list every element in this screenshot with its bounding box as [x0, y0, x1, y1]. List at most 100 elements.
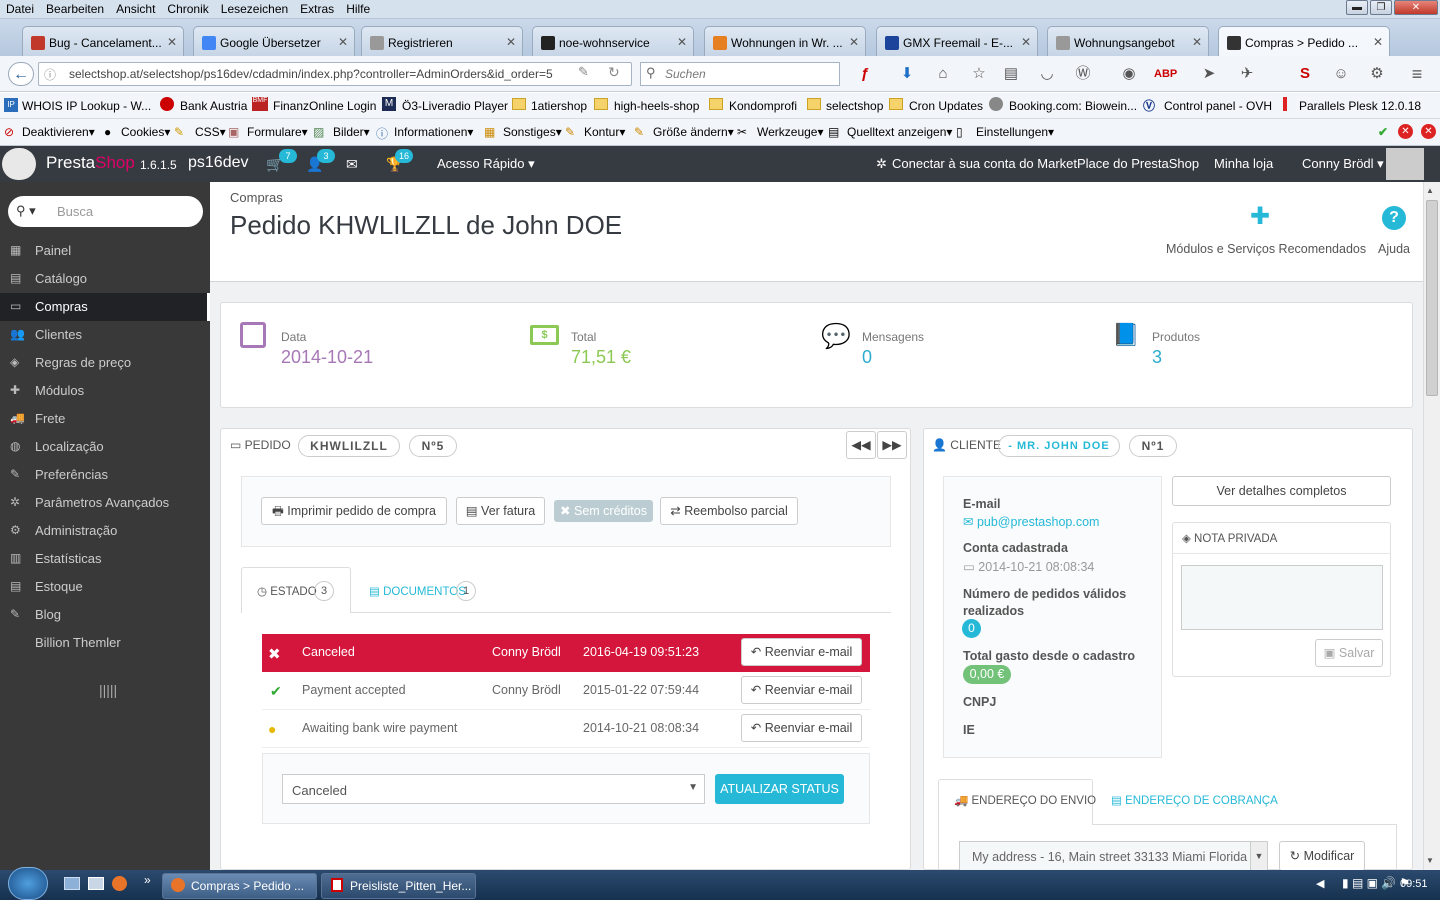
dev-menu-resize[interactable]: Größe ändern▾ [653, 125, 734, 139]
puffin-logo-icon[interactable] [2, 148, 36, 180]
close-tab-icon[interactable]: ✕ [1021, 35, 1031, 49]
bookmark-item[interactable]: 1atiershop [531, 99, 587, 113]
show-desktop-icon[interactable] [64, 877, 80, 890]
tab-4[interactable]: noe-wohnservice ✕ [532, 26, 694, 56]
bookmark-item[interactable]: WHOIS IP Lookup - W... [22, 99, 151, 113]
help-icon[interactable]: ? [1382, 206, 1406, 230]
url-bar[interactable]: selectshop.at/selectshop/ps16dev/cdadmin… [38, 62, 632, 86]
puzzle-icon[interactable]: ✚ [1250, 202, 1270, 231]
dev-menu-outline[interactable]: Kontur▾ [584, 125, 625, 139]
home-icon[interactable]: ⌂ [932, 63, 954, 85]
private-note-textarea[interactable] [1181, 565, 1383, 630]
close-tab-icon[interactable]: ✕ [849, 35, 859, 49]
tab-1[interactable]: Bug - Cancelament... ✕ [22, 26, 184, 56]
reload-icon[interactable]: ↻ [608, 64, 620, 81]
marketplace-link[interactable]: Conectar à sua conta do MarketPlace do P… [892, 156, 1199, 171]
menu-bearbeiten[interactable]: Bearbeiten [40, 0, 110, 16]
help-link[interactable]: Ajuda [1378, 242, 1410, 256]
close-window-button[interactable]: ✕ [1394, 0, 1438, 15]
check-icon[interactable]: ✔ [1378, 125, 1388, 139]
bookmark-item[interactable]: Ö3-Liveradio Player [402, 99, 508, 113]
menu-chronik[interactable]: Chronik [161, 0, 214, 16]
dev-menu-tools[interactable]: Werkzeuge▾ [757, 125, 824, 139]
addon-icon[interactable]: ◉ [1118, 63, 1140, 85]
tab-6[interactable]: GMX Freemail - E-... ✕ [876, 26, 1038, 56]
modify-address-button[interactable]: ↻ Modificar [1279, 841, 1365, 871]
breadcrumb[interactable]: Compras [230, 190, 283, 205]
envelope-icon[interactable]: ✉ [346, 156, 358, 173]
tab-8[interactable]: Compras > Pedido ... ✕ [1218, 26, 1390, 57]
taskbar-item-firefox[interactable]: Compras > Pedido ... [162, 873, 317, 899]
flash-icon[interactable]: ƒ [854, 63, 876, 85]
chevron-down-icon[interactable]: ▼ [1250, 842, 1267, 870]
maximize-button[interactable]: ❐ [1370, 0, 1392, 15]
menu-datei[interactable]: Datei [0, 0, 40, 16]
sidebar-item-11[interactable]: ▥ Estatísticas [0, 545, 210, 573]
dev-menu-forms[interactable]: Formulare▾ [247, 125, 308, 139]
dev-menu-misc[interactable]: Sonstiges▾ [503, 125, 562, 139]
resend-email-button[interactable]: ↶ Reenviar e-mail [741, 638, 862, 666]
search-icon[interactable]: ⚲ ▾ [16, 203, 36, 219]
menu-hilfe[interactable]: Hilfe [340, 0, 376, 16]
bookmark-item[interactable]: high-heels-shop [614, 99, 699, 113]
logo-text[interactable]: PrestaShop [46, 153, 135, 173]
chat-icon[interactable]: ☺ [1330, 63, 1352, 85]
wordpress-icon[interactable]: Ⓦ [1072, 63, 1094, 85]
avatar[interactable] [1386, 148, 1424, 180]
sidebar-item-4[interactable]: ◈ Regras de preço [0, 349, 210, 377]
scroll-up-icon[interactable]: ▲ [1426, 186, 1434, 195]
clock[interactable]: 09:51 [1400, 878, 1428, 890]
sidebar-item-12[interactable]: ▤ Estoque [0, 573, 210, 601]
extension-icon[interactable]: ✈ [1236, 63, 1258, 85]
save-note-button[interactable]: ▣ Salvar [1315, 639, 1383, 667]
recommended-modules-link[interactable]: Módulos e Serviços Recomendados [1166, 242, 1366, 256]
bookmark-item[interactable]: Cron Updates [909, 99, 983, 113]
previous-order-button[interactable]: ◀◀ [846, 431, 876, 459]
bookmark-item[interactable]: FinanzOnline Login [273, 99, 376, 113]
taskbar-item-pdf[interactable]: Preisliste_Pitten_Her... [321, 873, 476, 899]
partial-refund-button[interactable]: ⇄ Reembolso parcial [660, 497, 798, 525]
close-tab-icon[interactable]: ✕ [167, 35, 177, 49]
resend-email-button[interactable]: ↶ Reenviar e-mail [741, 714, 862, 742]
bookmark-item[interactable]: Bank Austria [180, 99, 247, 113]
tab-5[interactable]: Wohnungen in Wr. ... ✕ [704, 26, 866, 56]
close-tab-icon[interactable]: ✕ [506, 35, 516, 49]
sidebar-item-1[interactable]: ▤ Catálogo [0, 265, 210, 293]
tab-3[interactable]: Registrieren ✕ [361, 26, 523, 56]
scrollbar-thumb[interactable] [1426, 200, 1438, 396]
sidebar-item-0[interactable]: ▦ Painel [0, 237, 210, 265]
sidebar-item-5[interactable]: ✚ Módulos [0, 377, 210, 405]
sidebar-item-8[interactable]: ✎ Preferências [0, 461, 210, 489]
address-select[interactable]: My address - 16, Main street 33133 Miami… [959, 841, 1268, 871]
customer-name-link[interactable]: - MR. JOHN DOE [998, 435, 1120, 457]
tab-billing-address[interactable]: ▤ ENDEREÇO DE COBRANÇA [1111, 793, 1278, 807]
bookmark-item[interactable]: selectshop [826, 99, 883, 113]
adblock-icon[interactable]: ABP [1154, 63, 1177, 85]
scrollbar[interactable]: ▲ ▼ [1423, 182, 1440, 870]
shop-name[interactable]: ps16dev [188, 154, 249, 172]
print-order-button[interactable]: 🖶 Imprimir pedido de compra [261, 497, 447, 525]
view-full-details-button[interactable]: Ver detalhes completos [1172, 476, 1391, 506]
close-tab-icon[interactable]: ✕ [1373, 35, 1383, 49]
hamburger-menu-icon[interactable]: ≡ [1406, 63, 1428, 85]
menu-ansicht[interactable]: Ansicht [110, 0, 161, 16]
minimize-button[interactable]: ▬ [1346, 0, 1368, 15]
menu-extras[interactable]: Extras [294, 0, 340, 16]
collapse-menu-icon[interactable]: ||||| [99, 682, 117, 698]
bookmark-item[interactable]: Kondomprofi [729, 99, 797, 113]
sidebar-item-10[interactable]: ⚙ Administração [0, 517, 210, 545]
resend-email-button[interactable]: ↶ Reenviar e-mail [741, 676, 862, 704]
sidebar-item-14[interactable]: Billion Themler [0, 629, 210, 657]
dev-menu-cookies[interactable]: Cookies▾ [121, 125, 170, 139]
start-button[interactable] [8, 867, 48, 900]
dev-menu-options[interactable]: Einstellungen▾ [976, 125, 1054, 139]
tab-2[interactable]: Google Übersetzer ✕ [193, 26, 355, 56]
dev-menu-information[interactable]: Informationen▾ [394, 125, 473, 139]
scroll-down-icon[interactable]: ▼ [1426, 856, 1434, 865]
dev-menu-view-source[interactable]: Quelltext anzeigen▾ [847, 125, 952, 139]
back-icon[interactable]: ← [8, 62, 34, 86]
dev-menu-disable[interactable]: Deaktivieren▾ [22, 125, 95, 139]
customer-email-link[interactable]: ✉ pub@prestashop.com [963, 514, 1099, 529]
sidebar-item-2[interactable]: ▭ Compras [0, 293, 210, 321]
sidebar-search-input[interactable]: Busca [8, 196, 203, 227]
